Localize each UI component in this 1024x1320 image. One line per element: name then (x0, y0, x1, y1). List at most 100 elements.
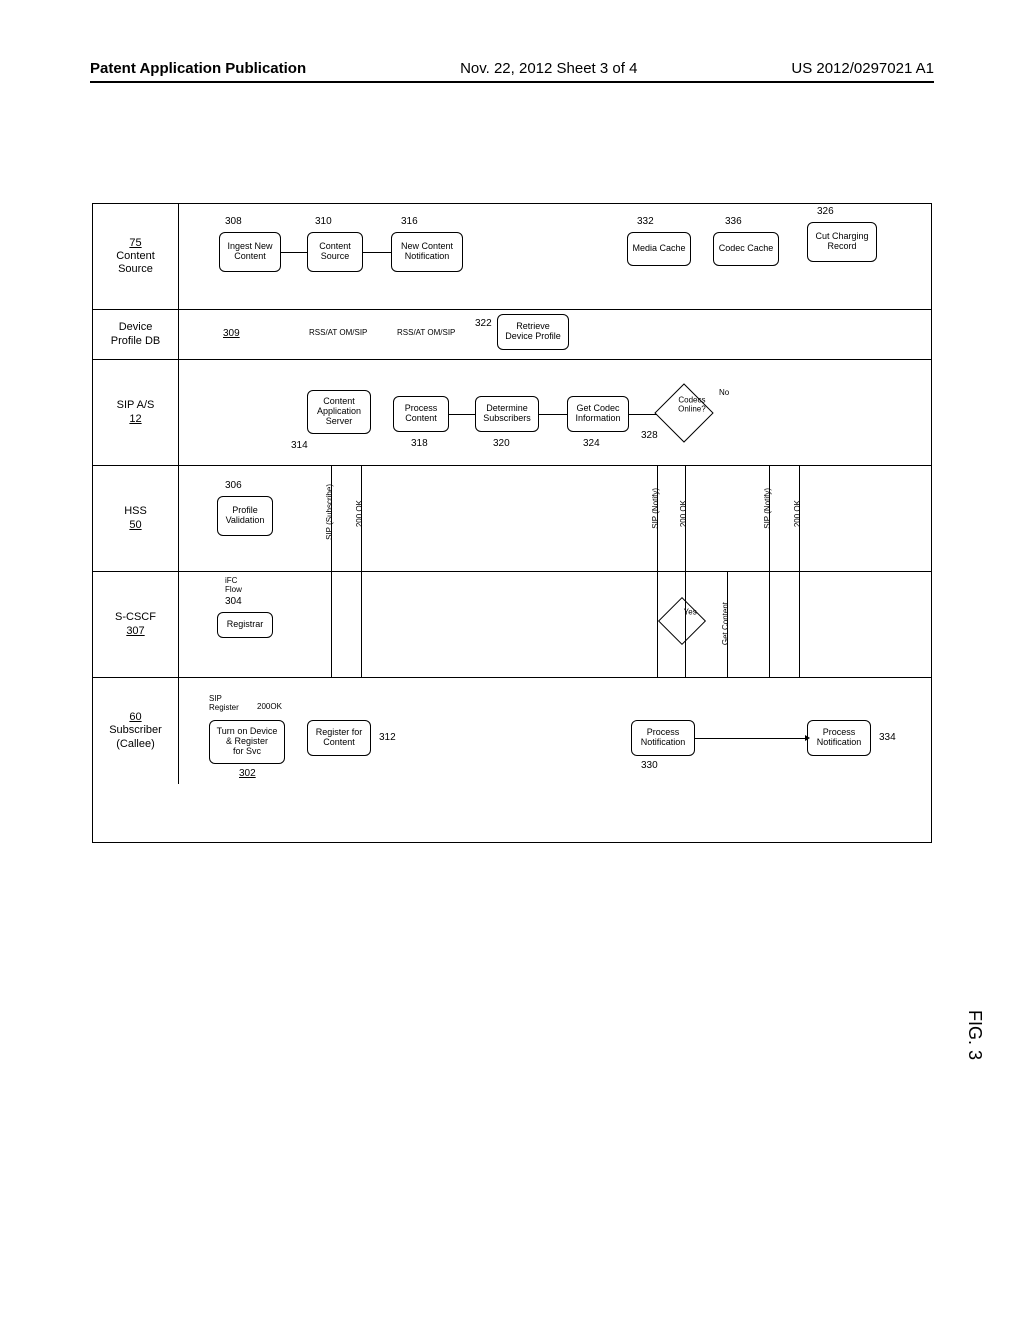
arrow (361, 466, 362, 572)
ref-306: 306 (225, 480, 242, 491)
ref-316: 316 (401, 216, 418, 227)
ref-314: 314 (291, 440, 308, 451)
box-register-content: Register for Content (307, 720, 371, 756)
header-right: US 2012/0297021 A1 (791, 60, 934, 77)
msg-sip-register: SIP Register (209, 694, 239, 712)
box-codec-cache: Codec Cache (713, 232, 779, 266)
ref-318: 318 (411, 438, 428, 449)
arrow (629, 414, 657, 415)
lane-title: S-CSCF (115, 611, 156, 624)
arrow (331, 572, 332, 678)
msg-sip-notify-2: SIP (Notify) (763, 488, 772, 529)
lane-title: Device Profile DB (111, 321, 161, 347)
arrow (449, 414, 475, 415)
arrow (363, 252, 391, 253)
ref-330: 330 (641, 760, 658, 771)
box-retrieve-profile: Retrieve Device Profile (497, 314, 569, 350)
msg-sip-subscribe: SIP (Subscribe) (325, 484, 334, 540)
lane-title: SIP A/S (117, 399, 155, 412)
box-media-cache: Media Cache (627, 232, 691, 266)
lane-label-device-profile: Device Profile DB (93, 310, 179, 359)
box-determine-subs: Determine Subscribers (475, 396, 539, 432)
ref-304: 304 (225, 596, 242, 607)
ref-324: 324 (583, 438, 600, 449)
arrow (799, 466, 800, 572)
ref-336: 336 (725, 216, 742, 227)
lane-body: Registrar 304 iFC Flow Yes Get Content (179, 572, 931, 677)
msg-get-content: Get Content (721, 602, 730, 645)
lane-hss: HSS 50 Profile Validation 306 SIP (Subsc… (93, 466, 931, 572)
lane-title: Content Source (116, 250, 155, 276)
decision-codecs-online: Codecs Online? (654, 383, 713, 442)
ref-328: 328 (641, 430, 658, 441)
arrow (657, 572, 658, 678)
arrow (685, 572, 686, 678)
ref-334: 334 (879, 732, 896, 743)
arrow (769, 572, 770, 678)
ref-307: 307 (126, 625, 144, 638)
lane-sip-as: SIP A/S 12 Content Application Server 31… (93, 360, 931, 466)
box-get-codec: Get Codec Information (567, 396, 629, 432)
box-registrar: Registrar (217, 612, 273, 638)
arrow (281, 252, 307, 253)
arrow (695, 738, 807, 739)
box-process-notif-1: Process Notification (631, 720, 695, 756)
page-header: Patent Application Publication Nov. 22, … (90, 60, 934, 83)
box-ingest-new: Ingest New Content (219, 232, 281, 272)
arrow (361, 572, 362, 678)
arrow (685, 466, 686, 572)
ref-310: 310 (315, 216, 332, 227)
ref-50: 50 (129, 519, 141, 532)
arrow (539, 414, 567, 415)
ref-75: 75 (129, 237, 141, 250)
lane-title: HSS (124, 505, 147, 518)
ref-332: 332 (637, 216, 654, 227)
ref-60: 60 (129, 711, 141, 724)
lane-device-profile-db: Device Profile DB 309 RSS/AT OM/SIP RSS/… (93, 310, 931, 360)
ref-308: 308 (225, 216, 242, 227)
lane-body: Content Application Server 314 Process C… (179, 360, 931, 465)
msg-200ok-2: 200 OK (679, 500, 688, 527)
lane-label-scscf: S-CSCF 307 (93, 572, 179, 677)
lane-body: 309 RSS/AT OM/SIP RSS/AT OM/SIP Retrieve… (179, 310, 931, 359)
msg-sip-notify-1: SIP (Notify) (651, 488, 660, 529)
lane-label-subscriber: 60 Subscriber (Callee) (93, 678, 179, 784)
lane-label-sip-as: SIP A/S 12 (93, 360, 179, 465)
box-turn-on-device: Turn on Device & Register for Svc (209, 720, 285, 764)
sequence-diagram: 75 Content Source Ingest New Content 308… (92, 203, 932, 843)
msg-ifc-flow: iFC Flow (225, 576, 242, 594)
box-process-content: Process Content (393, 396, 449, 432)
box-cut-charging: Cut Charging Record (807, 222, 877, 262)
lane-label-content-source: 75 Content Source (93, 204, 179, 309)
arrow (769, 466, 770, 572)
arrow (727, 572, 728, 678)
lane-body: Ingest New Content 308 Content Source 31… (179, 204, 931, 309)
lane-body: Turn on Device & Register for Svc 302 SI… (179, 678, 931, 784)
msg-200ok-1: 200 OK (355, 500, 364, 527)
arrow (657, 466, 658, 572)
header-left: Patent Application Publication (90, 60, 306, 77)
arrow (799, 572, 800, 678)
box-content-app-server: Content Application Server (307, 390, 371, 434)
header-mid: Nov. 22, 2012 Sheet 3 of 4 (460, 60, 637, 77)
lane-title: Subscriber (Callee) (109, 724, 162, 750)
box-process-notif-2: Process Notification (807, 720, 871, 756)
box-new-content-notif: New Content Notification (391, 232, 463, 272)
page: Patent Application Publication Nov. 22, … (0, 0, 1024, 1320)
decision-yes: Yes (658, 597, 706, 645)
msg-200ok-3: 200 OK (793, 500, 802, 527)
box-content-source: Content Source (307, 232, 363, 272)
ref-312: 312 (379, 732, 396, 743)
lane-content-source: 75 Content Source Ingest New Content 308… (93, 204, 931, 310)
ref-309: 309 (223, 328, 240, 339)
lane-body: Profile Validation 306 SIP (Subscribe) 2… (179, 466, 931, 571)
msg-rss-2: RSS/AT OM/SIP (397, 328, 455, 337)
ref-302: 302 (239, 768, 256, 779)
ref-322: 322 (475, 318, 492, 329)
ref-320: 320 (493, 438, 510, 449)
box-profile-validation: Profile Validation (217, 496, 273, 536)
msg-rss-1: RSS/AT OM/SIP (309, 328, 367, 337)
label-no: No (719, 388, 729, 397)
arrow (331, 466, 332, 572)
figure-label: FIG. 3 (964, 1010, 985, 1060)
